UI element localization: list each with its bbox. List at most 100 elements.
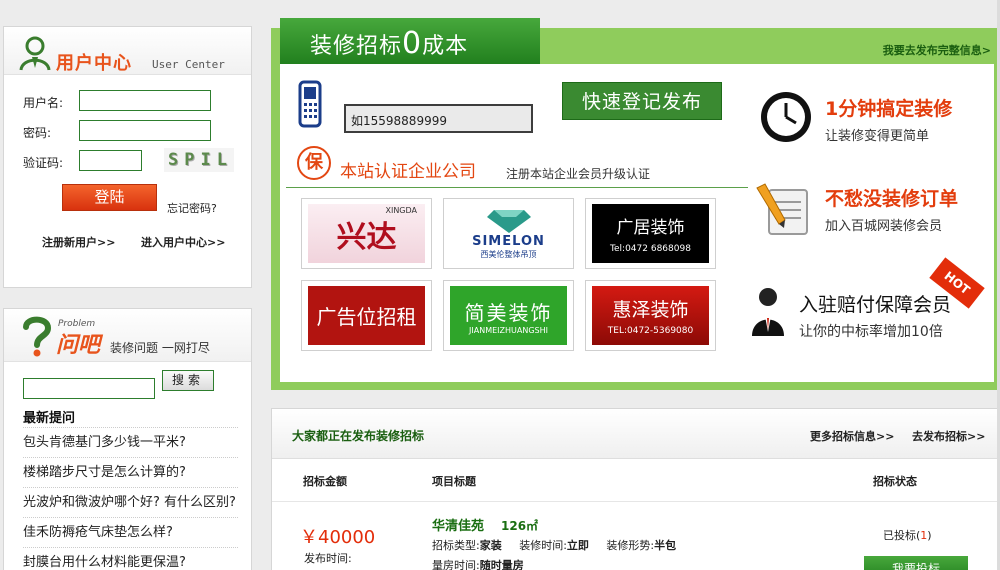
qa-search-button[interactable]: 搜索: [162, 370, 214, 391]
username-label: 用户名:: [23, 96, 64, 110]
certified-companies-subtitle[interactable]: 注册本站企业会员升级认证: [506, 165, 650, 182]
company-logo-jianmei[interactable]: 简美装饰 JIANMEIZHUANGSHI: [443, 280, 574, 351]
certified-icon: 保: [297, 146, 331, 180]
submit-bid-button[interactable]: 我要投标: [864, 556, 968, 570]
company-logo-guangju[interactable]: 广居装饰 Tel:0472 6868098: [585, 198, 716, 269]
latest-questions-title: 最新提问: [23, 411, 76, 426]
bid-status-prefix: 已投标(: [883, 529, 921, 542]
more-bids-link[interactable]: 更多招标信息>>: [810, 428, 894, 444]
column-header-title: 项目标题: [432, 475, 476, 488]
question-list: 包头肯德基门多少钱一平米? 楼梯踏步尺寸是怎么计算的? 光波炉和微波炉哪个好? …: [23, 427, 238, 570]
certified-companies-title: 本站认证企业公司: [340, 162, 476, 182]
promo-tab-suffix: 成本: [422, 34, 469, 59]
feature-subtitle: 让你的中标率增加10倍: [799, 324, 943, 340]
project-meta-row: 招标类型:家装 装修时间:立即 装修形势:半包: [432, 537, 676, 553]
measure-time-label: 量房时间:: [432, 559, 480, 570]
logo-guangju-sub: Tel:0472 6868098: [610, 244, 691, 254]
bid-type-label: 招标类型:: [432, 539, 480, 552]
enter-user-center-link[interactable]: 进入用户中心>>: [141, 234, 225, 250]
feature-subtitle: 加入百城网装修会员: [825, 219, 943, 234]
qa-search-input[interactable]: [23, 378, 155, 399]
feature-title: 入驻赔付保障会员: [799, 294, 952, 316]
logo-adspace-main: 广告位招租: [316, 305, 417, 329]
logo-simelon-sub: 西美伦整体吊顶: [480, 249, 537, 259]
bid-type-value: 家装: [479, 539, 502, 552]
post-bid-link[interactable]: 去发布招标>>: [912, 428, 985, 444]
promo-tab-zero: 0: [402, 26, 423, 61]
bidding-list-title: 大家都正在发布装修招标: [292, 429, 425, 443]
quick-register-button[interactable]: 快速登记发布: [562, 82, 722, 120]
project-title[interactable]: 华清佳苑: [432, 515, 484, 534]
renovation-time-label: 装修时间:: [519, 539, 567, 552]
company-logo-simelon[interactable]: SIMELON 西美伦整体吊顶: [443, 198, 574, 269]
businessman-icon: [752, 288, 784, 336]
logo-jianmei-main: 简美装饰: [464, 300, 553, 325]
captcha-input[interactable]: [79, 150, 142, 171]
bidding-list-header: 大家都正在发布装修招标 更多招标信息>> 去发布招标>>: [272, 409, 998, 459]
forgot-password-link[interactable]: 忘记密码?: [167, 200, 217, 216]
qa-header: Problem 问吧 装修问题 一网打尽: [4, 309, 251, 362]
bidding-list-panel: 大家都正在发布装修招标 更多招标信息>> 去发布招标>> 招标金额 项目标题 招…: [271, 408, 999, 570]
logo-xingda-main: 兴达: [336, 219, 397, 255]
feature-quick-renovation: 1分钟搞定装修 让装修变得更简单: [825, 94, 952, 144]
user-center-title: 用户中心: [56, 53, 132, 74]
phone-input[interactable]: 如15598889999: [344, 104, 533, 133]
promo-tab-prefix: 装修招标: [310, 34, 403, 59]
user-icon: [19, 36, 51, 71]
qa-slogan: 装修问题 一网打尽: [110, 341, 210, 355]
password-input[interactable]: [79, 120, 211, 141]
divider: [272, 501, 998, 502]
logo-simelon-main: SIMELON: [472, 233, 545, 249]
qa-panel: Problem 问吧 装修问题 一网打尽 搜索 最新提问 包头肯德基门多少钱一平…: [3, 308, 252, 570]
logo-xingda-sub: XINGDA: [385, 206, 417, 215]
diamond-icon: [486, 209, 531, 233]
bid-amount: ￥40000: [300, 527, 376, 548]
register-link[interactable]: 注册新用户>>: [42, 234, 115, 250]
promo-tab: 装修招标0成本: [280, 18, 540, 67]
feature-title: 不愁没装修订单: [825, 188, 959, 210]
promo-inner: 如15598889999 快速登记发布 保 本站认证企业公司 注册本站企业会员升…: [280, 64, 994, 382]
measure-time-value: 随时量房: [479, 559, 524, 570]
renovation-time-value: 立即: [566, 539, 589, 552]
clock-icon: [761, 92, 811, 142]
login-button[interactable]: 登陆: [62, 184, 157, 211]
post-full-info-link[interactable]: 我要去发布完整信息>: [883, 42, 991, 58]
document-pencil-icon: [756, 183, 808, 235]
question-item[interactable]: 佳禾防褥疮气床垫怎么样?: [23, 517, 238, 547]
divider: [286, 187, 748, 188]
feature-orders: 不愁没装修订单 加入百城网装修会员: [825, 184, 958, 234]
column-header-amount: 招标金额: [303, 475, 347, 488]
logo-jianmei-sub: JIANMEIZHUANGSHI: [469, 325, 548, 335]
phone-icon: [298, 80, 322, 128]
project-area: 126㎡: [501, 519, 539, 533]
column-header-status: 招标状态: [873, 475, 917, 488]
captcha-label: 验证码:: [23, 156, 64, 170]
logo-huize-sub: TEL:0472-5369080: [607, 326, 694, 336]
feature-title: 1分钟搞定装修: [825, 98, 953, 120]
project-measure-row: 量房时间:随时量房: [432, 557, 524, 570]
company-logo-xingda[interactable]: 兴达 XINGDA: [301, 198, 432, 269]
ad-space-for-rent[interactable]: 广告位招租: [301, 280, 432, 351]
logo-guangju-main: 广居装饰: [616, 218, 685, 238]
renovation-form-value: 半包: [654, 539, 677, 552]
user-center-panel: 用户中心 User Center 用户名: 密码: 验证码: SPIL 登陆 忘…: [3, 26, 252, 288]
question-mark-icon: [23, 316, 52, 357]
renovation-form-label: 装修形势:: [606, 539, 655, 552]
question-item[interactable]: 包头肯德基门多少钱一平米?: [23, 427, 238, 457]
question-item[interactable]: 封膜台用什么材料能更保温?: [23, 547, 238, 570]
company-logo-huize[interactable]: 惠泽装饰 TEL:0472-5369080: [585, 280, 716, 351]
logo-huize-main: 惠泽装饰: [612, 299, 689, 321]
question-item[interactable]: 光波炉和微波炉哪个好? 有什么区别?: [23, 487, 238, 517]
username-input[interactable]: [79, 90, 211, 111]
user-center-subtitle: User Center: [152, 58, 225, 71]
password-label: 密码:: [23, 126, 52, 140]
bidding-promo-panel: 装修招标0成本 我要去发布完整信息> 如15598889999 快速登记发布 保…: [271, 18, 999, 390]
user-center-header: 用户中心 User Center: [4, 27, 251, 75]
feature-compensation-member: 入驻赔付保障会员 让你的中标率增加10倍: [799, 290, 951, 341]
qa-logo: 问吧: [56, 333, 101, 358]
feature-subtitle: 让装修变得更简单: [825, 129, 930, 144]
bid-status-suffix: ): [927, 529, 932, 542]
captcha-image[interactable]: SPIL: [164, 148, 234, 172]
question-item[interactable]: 楼梯踏步尺寸是怎么计算的?: [23, 457, 238, 487]
bid-status: 已投标(1): [883, 527, 932, 543]
